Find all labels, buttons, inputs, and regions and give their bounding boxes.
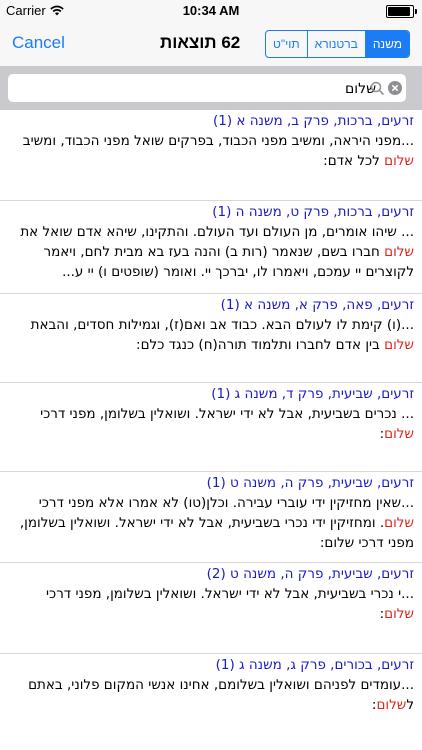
- status-time: 10:34 AM: [182, 3, 240, 18]
- clear-search-icon[interactable]: [388, 81, 402, 95]
- segment-tosafot-yom-tov[interactable]: תוי"ט: [266, 31, 308, 57]
- snippet-text: . ומחזיקין ידי נכרי בשביעית, אבל לא ידי …: [19, 515, 414, 551]
- result-reference: זרעים, שביעית, פרק ה, משנה ט (1): [206, 475, 414, 491]
- battery-icon: [386, 5, 417, 18]
- search-field-container: [8, 74, 406, 104]
- search-match: שלום: [384, 515, 414, 531]
- segment-mishna[interactable]: משנה: [365, 31, 409, 57]
- result-item[interactable]: זרעים, פאה, פרק א, משנה א (1) ...(ו) קימ…: [0, 294, 422, 383]
- result-snippet: ... נכרים בשביעית, אבל לא ידי ישראל. ושו…: [8, 404, 414, 444]
- result-item[interactable]: זרעים, ברכות, פרק ב, משנה א (1) ...מפני …: [0, 110, 422, 201]
- result-snippet: ... שיהו אומרים, מן העולם ועד העולם. והת…: [8, 222, 414, 282]
- segment-bartenura[interactable]: ברטנורא: [308, 31, 366, 57]
- search-match: שלום: [384, 337, 414, 353]
- snippet-text: ...מפני היראה, ומשיב מפני הכבוד, בפרקים …: [22, 133, 414, 149]
- result-snippet: ...י נכרי בשביעית, אבל לא ידי ישראל. ושו…: [8, 584, 414, 624]
- snippet-text: ... נכרים בשביעית, אבל לא ידי ישראל. ושו…: [40, 406, 414, 422]
- search-match: שלום: [384, 426, 414, 442]
- snippet-text: ...שאין מחזיקין ידי עוברי עבירה. וכלן(טו…: [38, 495, 414, 511]
- snippet-text: לכל אדם:: [323, 153, 385, 169]
- result-reference: זרעים, בכורים, פרק ג, משנה ג (1): [215, 657, 414, 673]
- result-snippet: ...עומדים לפניהם ושואלין בשלומם, אחינו א…: [8, 675, 414, 715]
- results-list: זרעים, ברכות, פרק ב, משנה א (1) ...מפני …: [0, 110, 422, 734]
- search-bar: [0, 66, 422, 110]
- snippet-text: ...עומדים לפניהם ושואלין בשלומם, אחינו א…: [28, 677, 414, 713]
- result-item[interactable]: זרעים, שביעית, פרק ד, משנה ג (1) ... נכר…: [0, 383, 422, 472]
- result-snippet: ...שאין מחזיקין ידי עוברי עבירה. וכלן(טו…: [8, 493, 414, 553]
- result-reference: זרעים, שביעית, פרק ה, משנה ט (2): [206, 566, 414, 582]
- status-bar: Carrier 10:34 AM: [0, 0, 422, 22]
- cancel-button[interactable]: Cancel: [12, 33, 65, 53]
- result-snippet: ...(ו) קימת לו לעולם הבא. כבוד אב ואם(ז)…: [8, 315, 414, 355]
- result-snippet: ...מפני היראה, ומשיב מפני הכבוד, בפרקים …: [8, 131, 414, 171]
- search-match: שלום: [384, 606, 414, 622]
- result-reference: זרעים, פאה, פרק א, משנה א (1): [220, 297, 414, 313]
- search-match: שלום: [376, 697, 407, 713]
- snippet-text: ... שיהו אומרים, מן העולם ועד העולם. והת…: [20, 224, 414, 240]
- search-input[interactable]: [34, 74, 378, 104]
- result-item[interactable]: זרעים, ברכות, פרק ט, משנה ה (1) ... שיהו…: [0, 201, 422, 294]
- result-reference: זרעים, ברכות, פרק ט, משנה ה (1): [212, 204, 414, 220]
- snippet-text: חברו בשם, שנאמר (רות ב) והנה בעז בא מבית…: [43, 244, 414, 280]
- snippet-text: ...(ו) קימת לו לעולם הבא. כבוד אב ואם(ז)…: [30, 317, 414, 333]
- results-title: 62 תוצאות: [160, 33, 241, 52]
- search-match: שלום: [384, 244, 414, 260]
- navigation-bar: Cancel 62 תוצאות תוי"ט ברטנורא משנה: [0, 22, 422, 66]
- search-match: שלום: [384, 153, 414, 169]
- source-segmented-control: תוי"ט ברטנורא משנה: [265, 30, 410, 58]
- result-reference: זרעים, שביעית, פרק ד, משנה ג (1): [211, 386, 414, 402]
- result-item[interactable]: זרעים, בכורים, פרק ג, משנה ג (1) ...עומד…: [0, 654, 422, 734]
- search-icon: [370, 81, 384, 95]
- result-item[interactable]: זרעים, שביעית, פרק ה, משנה ט (1) ...שאין…: [0, 472, 422, 563]
- result-item[interactable]: זרעים, שביעית, פרק ה, משנה ט (2) ...י נכ…: [0, 563, 422, 654]
- snippet-text: בין אדם לחברו ותלמוד תורה(ח) כנגד כלם:: [136, 337, 385, 353]
- snippet-text: ...י נכרי בשביעית, אבל לא ידי ישראל. ושו…: [46, 586, 414, 602]
- result-reference: זרעים, ברכות, פרק ב, משנה א (1): [212, 113, 414, 129]
